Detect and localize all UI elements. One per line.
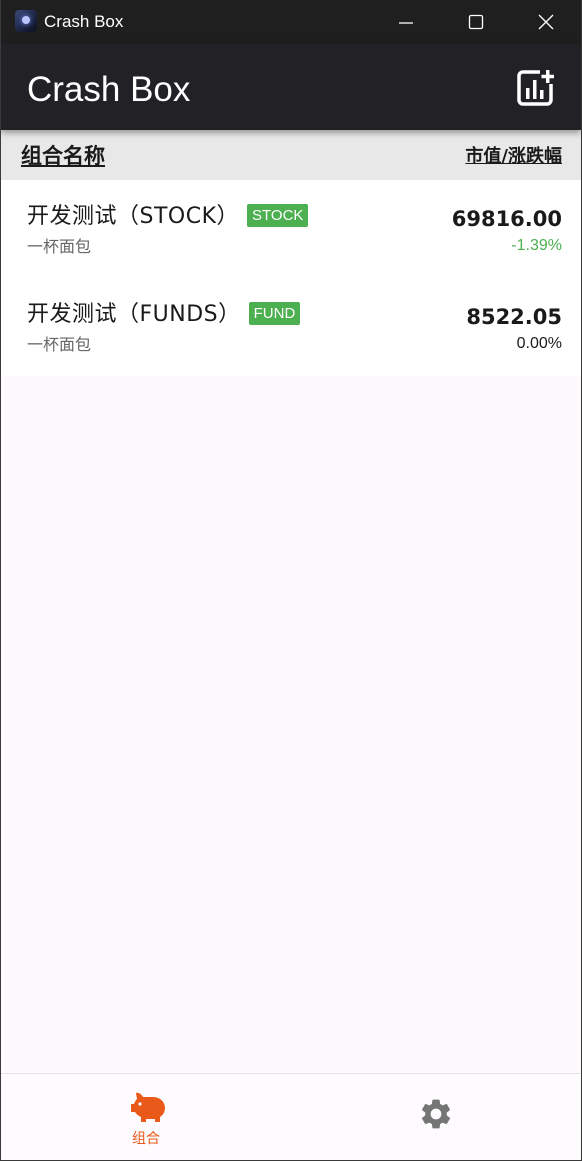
portfolio-item[interactable]: 开发测试（FUNDS） FUND 一杯面包 8522.05 0.00%: [1, 278, 581, 376]
window-title: Crash Box: [44, 12, 124, 31]
window-titlebar[interactable]: Crash Box: [1, 0, 581, 44]
portfolio-change-percent: -1.39%: [511, 237, 562, 254]
portfolio-name-text: 开发测试（STOCK）: [27, 204, 240, 229]
list-column-header: 组合名称 市值/涨跌幅: [1, 130, 581, 180]
bottom-navigation: 组合: [1, 1073, 581, 1160]
portfolio-owner: 一杯面包: [27, 237, 92, 256]
portfolio-item[interactable]: 开发测试（STOCK） STOCK 一杯面包 69816.00 -1.39%: [1, 180, 581, 278]
minimize-button[interactable]: [371, 0, 441, 44]
app-bar: Crash Box: [1, 44, 581, 130]
add-chart-icon: [517, 70, 554, 106]
portfolio-name: 开发测试（FUNDS） FUND: [27, 300, 301, 330]
portfolio-market-value: 8522.05: [466, 305, 562, 329]
maximize-icon: [468, 14, 484, 30]
portfolio-change-percent: 0.00%: [516, 335, 562, 352]
portfolio-type-badge: FUND: [248, 302, 301, 325]
app-logo-icon: [15, 10, 37, 32]
nav-portfolio-label: 组合: [132, 1131, 160, 1147]
add-portfolio-button[interactable]: [515, 68, 555, 108]
nav-settings-tab[interactable]: [291, 1074, 581, 1160]
portfolio-market-value: 69816.00: [451, 207, 562, 231]
app-bar-title: Crash Box: [27, 70, 191, 109]
app-window: Crash Box Crash Box 组合名称 市值/涨跌幅 开发测试（STO…: [0, 0, 582, 1161]
column-value-change[interactable]: 市值/涨跌幅: [465, 144, 562, 170]
portfolio-owner: 一杯面包: [27, 335, 92, 354]
portfolio-name: 开发测试（STOCK） STOCK: [27, 202, 309, 232]
portfolio-list: 开发测试（STOCK） STOCK 一杯面包 69816.00 -1.39% 开发…: [1, 180, 581, 376]
piggy-bank-icon: [131, 1092, 165, 1122]
close-icon: [538, 14, 554, 30]
maximize-button[interactable]: [441, 0, 511, 44]
close-button[interactable]: [511, 0, 581, 44]
column-portfolio-name[interactable]: 组合名称: [21, 142, 105, 170]
portfolio-type-badge: STOCK: [247, 204, 309, 227]
portfolio-name-text: 开发测试（FUNDS）: [27, 302, 241, 327]
gear-icon: [421, 1099, 451, 1129]
nav-portfolio-tab[interactable]: 组合: [1, 1074, 291, 1160]
minimize-icon: [399, 22, 413, 24]
